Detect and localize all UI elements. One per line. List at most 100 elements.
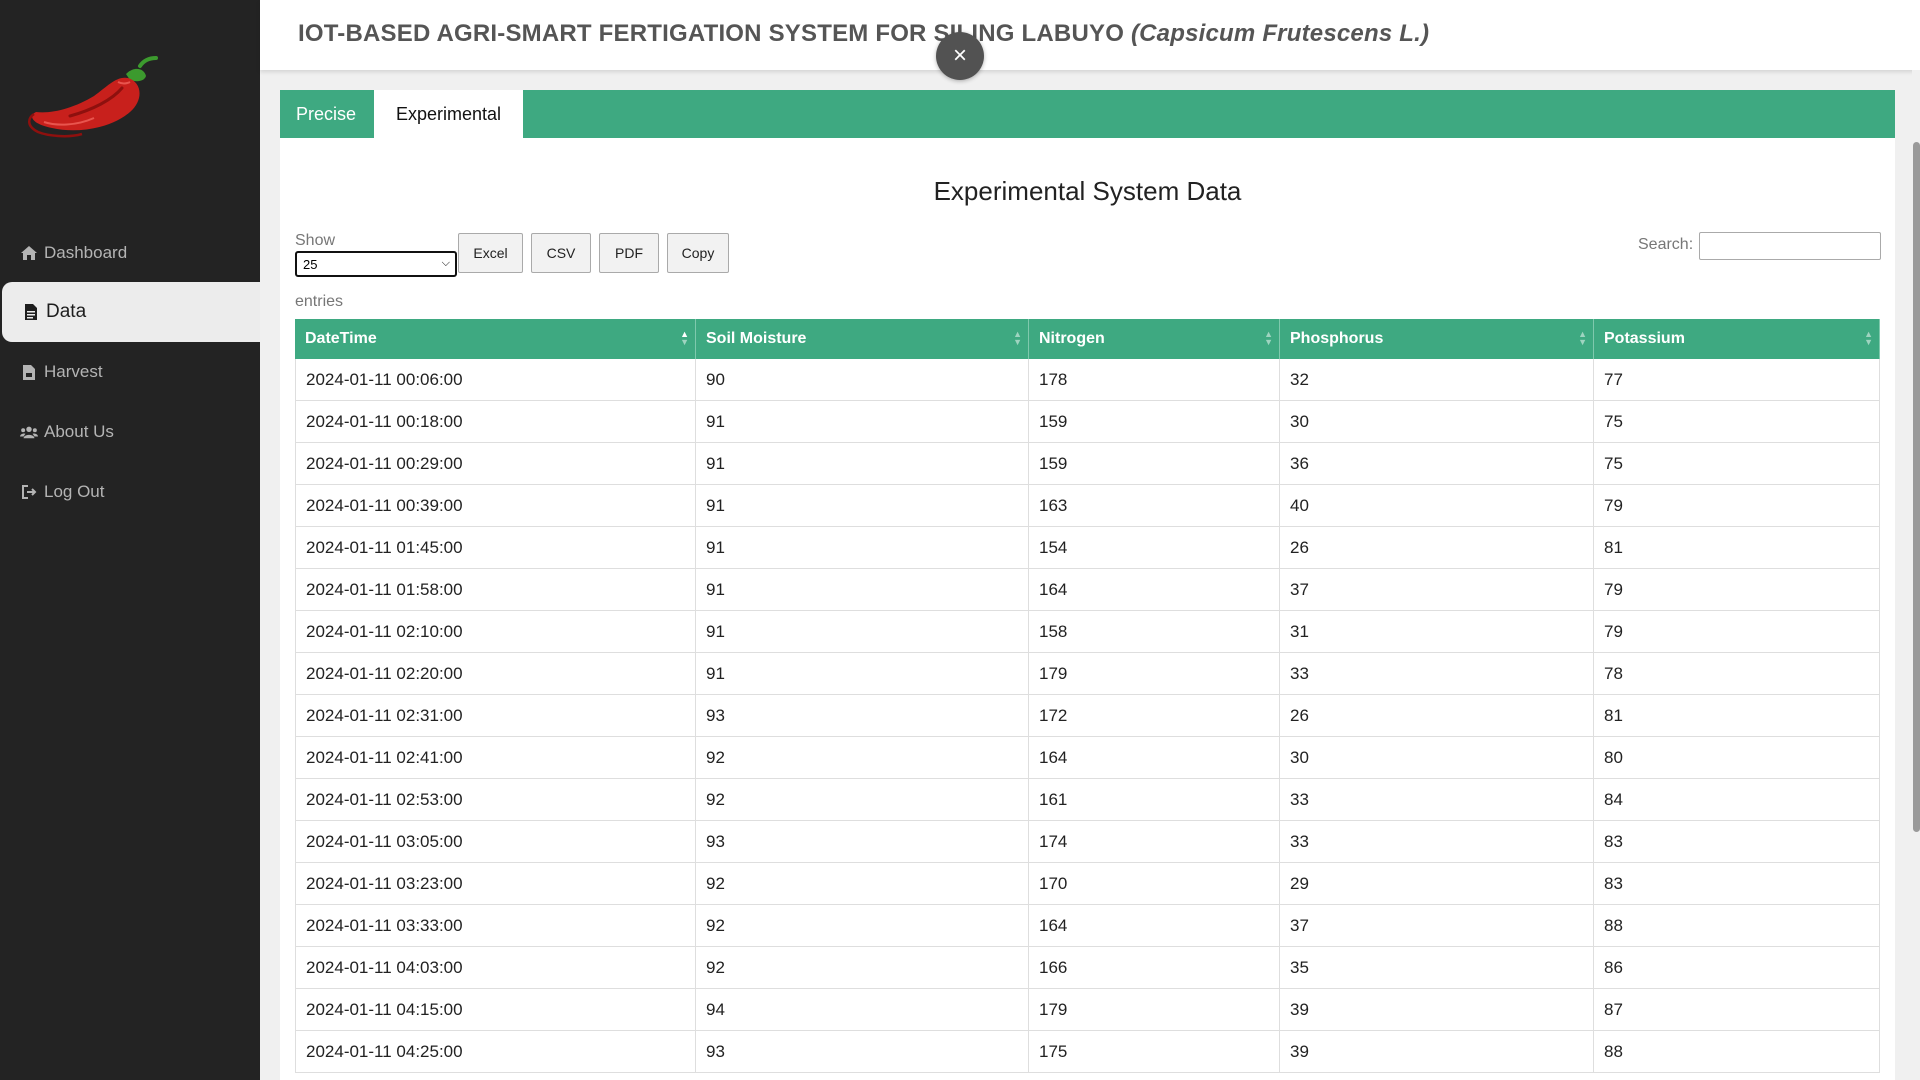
show-label: Show bbox=[295, 232, 336, 249]
table-row: 2024-01-11 03:05:00 93 174 33 83 bbox=[295, 821, 1880, 863]
cell-phosphorus: 33 bbox=[1280, 779, 1594, 820]
sidebar-item-harvest[interactable]: Harvest bbox=[0, 342, 260, 402]
logout-icon bbox=[20, 484, 38, 500]
cell-soil-moisture: 91 bbox=[696, 569, 1029, 610]
sort-icon: ▲ ▼ bbox=[1864, 329, 1873, 347]
table-row: 2024-01-11 02:41:00 92 164 30 80 bbox=[295, 737, 1880, 779]
entries-select-value: 25 bbox=[303, 256, 318, 272]
close-button[interactable]: × bbox=[936, 32, 984, 80]
export-excel-button[interactable]: Excel bbox=[458, 233, 523, 273]
sidebar-item-label: About Us bbox=[44, 422, 114, 441]
cell-potassium: 79 bbox=[1594, 611, 1880, 652]
sidebar-item-log-out[interactable]: Log Out bbox=[0, 462, 260, 522]
table-row: 2024-01-11 02:20:00 91 179 33 78 bbox=[295, 653, 1880, 695]
cell-soil-moisture: 91 bbox=[696, 401, 1029, 442]
cell-soil-moisture: 93 bbox=[696, 695, 1029, 736]
column-header-phosphorus[interactable]: Phosphorus ▲ ▼ bbox=[1280, 319, 1594, 359]
sidebar-item-about-us[interactable]: About Us bbox=[0, 402, 260, 462]
cell-potassium: 77 bbox=[1594, 359, 1880, 400]
table-row: 2024-01-11 01:58:00 91 164 37 79 bbox=[295, 569, 1880, 611]
cell-soil-moisture: 90 bbox=[696, 359, 1029, 400]
table-row: 2024-01-11 00:18:00 91 159 30 75 bbox=[295, 401, 1880, 443]
search-input[interactable] bbox=[1699, 232, 1881, 260]
sort-icon: ▲ ▼ bbox=[1013, 329, 1022, 347]
sidebar-item-label: Dashboard bbox=[44, 243, 128, 262]
copy-button[interactable]: Copy bbox=[667, 233, 729, 273]
users-icon bbox=[20, 424, 38, 440]
table-header: DateTime ▲ ▼ Soil Moisture ▲ ▼ Nitrogen ▲ ▼… bbox=[295, 319, 1880, 359]
cell-soil-moisture: 91 bbox=[696, 611, 1029, 652]
tab-bar: Precise Experimental bbox=[280, 90, 1895, 138]
cell-soil-moisture: 92 bbox=[696, 905, 1029, 946]
cell-phosphorus: 33 bbox=[1280, 653, 1594, 694]
export-pdf-button[interactable]: PDF bbox=[599, 233, 659, 273]
cell-soil-moisture: 94 bbox=[696, 989, 1029, 1030]
home-icon bbox=[20, 245, 38, 261]
cell-datetime: 2024-01-11 00:06:00 bbox=[295, 359, 696, 400]
cell-datetime: 2024-01-11 00:18:00 bbox=[295, 401, 696, 442]
cell-potassium: 88 bbox=[1594, 905, 1880, 946]
cell-nitrogen: 159 bbox=[1029, 401, 1280, 442]
export-csv-button[interactable]: CSV bbox=[531, 233, 591, 273]
sidebar-item-data[interactable]: Data bbox=[2, 282, 260, 342]
cell-datetime: 2024-01-11 02:41:00 bbox=[295, 737, 696, 778]
cell-nitrogen: 159 bbox=[1029, 443, 1280, 484]
cell-datetime: 2024-01-11 03:05:00 bbox=[295, 821, 696, 862]
table-row: 2024-01-11 04:15:00 94 179 39 87 bbox=[295, 989, 1880, 1031]
sidebar: Dashboard Data Harvest About Us Log Out bbox=[0, 0, 260, 1080]
cell-datetime: 2024-01-11 01:58:00 bbox=[295, 569, 696, 610]
tab-experimental[interactable]: Experimental bbox=[374, 90, 523, 138]
table-row: 2024-01-11 02:53:00 92 161 33 84 bbox=[295, 779, 1880, 821]
sidebar-item-label: Data bbox=[46, 301, 87, 322]
table-row: 2024-01-11 02:10:00 91 158 31 79 bbox=[295, 611, 1880, 653]
cell-potassium: 81 bbox=[1594, 695, 1880, 736]
cell-phosphorus: 29 bbox=[1280, 863, 1594, 904]
cell-nitrogen: 174 bbox=[1029, 821, 1280, 862]
cell-potassium: 75 bbox=[1594, 443, 1880, 484]
cell-phosphorus: 37 bbox=[1280, 569, 1594, 610]
table-row: 2024-01-11 03:23:00 92 170 29 83 bbox=[295, 863, 1880, 905]
cell-potassium: 75 bbox=[1594, 401, 1880, 442]
cell-potassium: 88 bbox=[1594, 1031, 1880, 1072]
cell-datetime: 2024-01-11 00:29:00 bbox=[295, 443, 696, 484]
column-header-potassium[interactable]: Potassium ▲ ▼ bbox=[1594, 319, 1880, 359]
cell-soil-moisture: 91 bbox=[696, 443, 1029, 484]
cell-soil-moisture: 91 bbox=[696, 485, 1029, 526]
cell-phosphorus: 31 bbox=[1280, 611, 1594, 652]
chili-logo bbox=[22, 52, 172, 140]
cell-datetime: 2024-01-11 02:31:00 bbox=[295, 695, 696, 736]
cell-potassium: 83 bbox=[1594, 821, 1880, 862]
entries-select[interactable]: 25 ⌵ bbox=[295, 251, 457, 277]
cell-nitrogen: 164 bbox=[1029, 905, 1280, 946]
column-header-label: Soil Moisture bbox=[706, 330, 807, 347]
cell-phosphorus: 36 bbox=[1280, 443, 1594, 484]
column-header-nitrogen[interactable]: Nitrogen ▲ ▼ bbox=[1029, 319, 1280, 359]
cell-nitrogen: 163 bbox=[1029, 485, 1280, 526]
column-header-soil-moisture[interactable]: Soil Moisture ▲ ▼ bbox=[696, 319, 1029, 359]
sidebar-item-label: Harvest bbox=[44, 362, 103, 381]
cell-phosphorus: 30 bbox=[1280, 401, 1594, 442]
table-row: 2024-01-11 00:06:00 90 178 32 77 bbox=[295, 359, 1880, 401]
cell-soil-moisture: 92 bbox=[696, 947, 1029, 988]
top-header: IOT-BASED AGRI-SMART FERTIGATION SYSTEM … bbox=[260, 0, 1920, 70]
sidebar-item-dashboard[interactable]: Dashboard bbox=[0, 224, 260, 282]
cell-nitrogen: 164 bbox=[1029, 737, 1280, 778]
data-table: DateTime ▲ ▼ Soil Moisture ▲ ▼ Nitrogen ▲ ▼… bbox=[295, 319, 1880, 1073]
cell-nitrogen: 158 bbox=[1029, 611, 1280, 652]
page-scrollbar[interactable] bbox=[1912, 70, 1920, 1080]
page-title: IOT-BASED AGRI-SMART FERTIGATION SYSTEM … bbox=[298, 20, 1429, 48]
table-row: 2024-01-11 00:39:00 91 163 40 79 bbox=[295, 485, 1880, 527]
scrollbar-thumb[interactable] bbox=[1913, 142, 1920, 832]
cell-phosphorus: 35 bbox=[1280, 947, 1594, 988]
column-header-datetime[interactable]: DateTime ▲ ▼ bbox=[295, 319, 696, 359]
cell-datetime: 2024-01-11 03:33:00 bbox=[295, 905, 696, 946]
cell-potassium: 79 bbox=[1594, 485, 1880, 526]
cell-nitrogen: 178 bbox=[1029, 359, 1280, 400]
cell-nitrogen: 179 bbox=[1029, 989, 1280, 1030]
tab-precise[interactable]: Precise bbox=[280, 90, 372, 138]
cell-soil-moisture: 91 bbox=[696, 527, 1029, 568]
cell-datetime: 2024-01-11 03:23:00 bbox=[295, 863, 696, 904]
sort-icon: ▲ ▼ bbox=[1264, 329, 1273, 347]
cell-nitrogen: 161 bbox=[1029, 779, 1280, 820]
cell-nitrogen: 170 bbox=[1029, 863, 1280, 904]
